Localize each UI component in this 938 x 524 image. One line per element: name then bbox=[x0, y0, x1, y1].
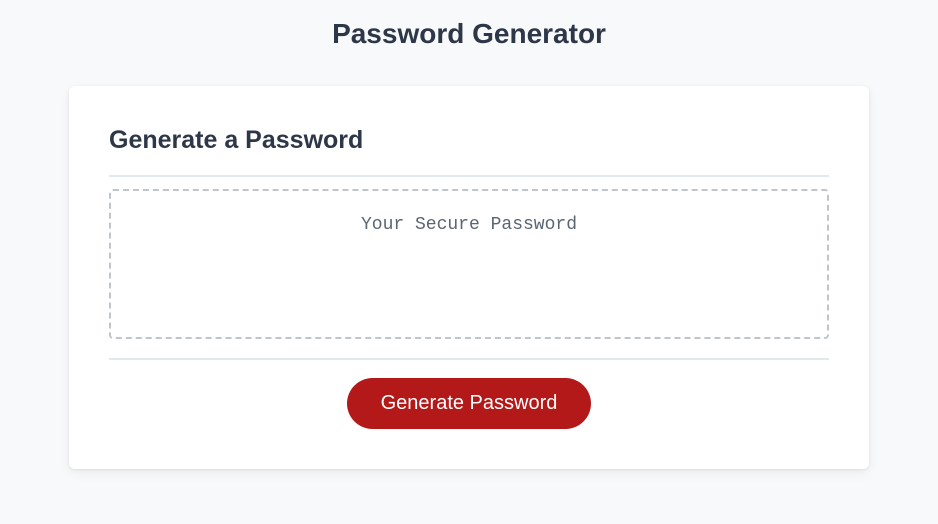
generate-password-button[interactable]: Generate Password bbox=[347, 378, 592, 429]
password-output[interactable] bbox=[109, 189, 829, 339]
card-body bbox=[109, 189, 829, 360]
generator-card: Generate a Password Generate Password bbox=[69, 86, 869, 469]
card-header: Generate a Password bbox=[109, 126, 829, 177]
card-title: Generate a Password bbox=[109, 126, 363, 155]
page-title: Password Generator bbox=[0, 0, 938, 86]
card-footer: Generate Password bbox=[109, 374, 829, 429]
